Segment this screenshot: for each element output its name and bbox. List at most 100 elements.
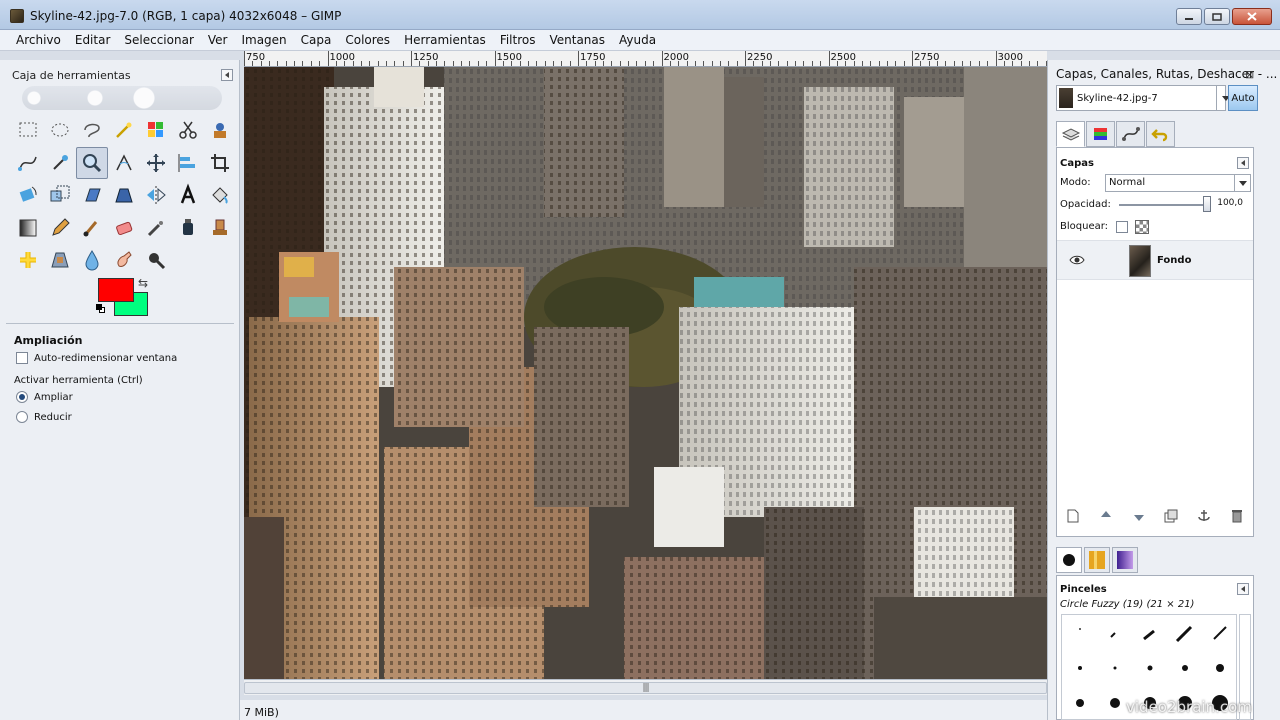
paintbrush-tool[interactable] [76,212,108,244]
layer-row[interactable]: Fondo [1057,240,1253,280]
menu-seleccionar[interactable]: Seleccionar [117,30,200,50]
foreground-color-swatch[interactable] [98,278,134,302]
close-button[interactable] [1232,8,1272,25]
brush-preview[interactable] [1132,615,1167,650]
menu-capa[interactable]: Capa [294,30,339,50]
menu-editar[interactable]: Editar [68,30,118,50]
image-canvas[interactable] [244,67,1047,679]
zoom-in-option[interactable]: Ampliar [16,391,73,403]
dodge-burn-tool[interactable] [140,244,172,276]
tab-brushes[interactable] [1056,547,1082,573]
blend-tool[interactable] [12,212,44,244]
raise-layer-icon[interactable] [1098,508,1114,524]
zoom-out-radio[interactable] [16,411,28,423]
minimize-button[interactable] [1176,8,1202,25]
brush-preview[interactable] [1097,615,1132,650]
zoom-out-option[interactable]: Reducir [16,411,72,423]
opacity-slider-handle[interactable] [1203,196,1211,212]
smudge-tool[interactable] [108,244,140,276]
tool-options-menu-button[interactable] [221,69,233,81]
image-selector[interactable]: Skyline-42.jpg-7 [1056,85,1230,111]
by-color-select-tool[interactable] [140,114,172,146]
paths-tool[interactable] [12,147,44,179]
menu-herramientas[interactable]: Herramientas [397,30,493,50]
text-tool[interactable] [172,179,204,211]
menu-ventanas[interactable]: Ventanas [542,30,612,50]
flip-tool[interactable] [140,179,172,211]
horizontal-ruler[interactable]: 750 1000 1250 1500 1750 2000 2250 2500 2750 3000 [244,51,1047,67]
menu-ayuda[interactable]: Ayuda [612,30,663,50]
brush-preview[interactable] [1202,615,1237,650]
auto-resize-option[interactable]: Auto-redimensionar ventana [16,352,177,364]
opacity-value[interactable]: 100,0 [1215,198,1243,212]
tab-layers[interactable] [1056,121,1085,147]
rect-select-tool[interactable] [12,114,44,146]
clone-tool[interactable] [204,212,236,244]
zoom-tool[interactable] [76,146,108,179]
new-layer-icon[interactable] [1065,508,1081,524]
zoom-in-radio[interactable] [16,391,28,403]
perspective-clone-tool[interactable] [44,244,76,276]
color-picker-tool[interactable] [44,147,76,179]
rotate-tool[interactable] [12,179,44,211]
brush-preview[interactable] [1097,650,1132,685]
tab-patterns[interactable] [1084,547,1110,573]
brush-preview[interactable] [1202,650,1237,685]
brush-preview[interactable] [1167,650,1202,685]
lower-layer-icon[interactable] [1131,508,1147,524]
anchor-layer-icon[interactable] [1196,508,1212,524]
opacity-slider-track[interactable] [1119,204,1205,206]
menu-archivo[interactable]: Archivo [9,30,68,50]
mode-select[interactable]: Normal [1105,174,1251,192]
layers-menu-button[interactable] [1237,157,1249,169]
ink-tool[interactable] [172,212,204,244]
duplicate-layer-icon[interactable] [1163,508,1179,524]
dropdown-arrow-icon[interactable] [1234,175,1250,191]
eraser-tool[interactable] [108,212,140,244]
menu-ver[interactable]: Ver [201,30,235,50]
fuzzy-select-tool[interactable] [108,114,140,146]
perspective-tool[interactable] [108,179,140,211]
menu-colores[interactable]: Colores [338,30,397,50]
scissors-select-tool[interactable] [172,114,204,146]
scale-tool[interactable] [44,179,76,211]
auto-button[interactable]: Auto [1228,85,1258,111]
pencil-tool[interactable] [44,212,76,244]
maximize-button[interactable] [1204,8,1230,25]
brush-preview[interactable] [1062,650,1097,685]
menu-filtros[interactable]: Filtros [493,30,543,50]
tab-paths[interactable] [1116,121,1145,147]
tab-channels[interactable] [1086,121,1115,147]
swap-colors-icon[interactable]: ⇆ [138,276,148,290]
dock-menu-button[interactable]: ⊠ [1245,68,1254,81]
ellipse-select-tool[interactable] [44,114,76,146]
crop-tool[interactable] [204,147,236,179]
lock-pixels-checkbox[interactable] [1116,221,1128,233]
menu-imagen[interactable]: Imagen [234,30,293,50]
tab-undo[interactable] [1146,121,1175,147]
delete-layer-icon[interactable] [1229,508,1245,524]
auto-resize-checkbox[interactable] [16,352,28,364]
layer-name[interactable]: Fondo [1157,255,1191,266]
lasso-tool[interactable] [76,114,108,146]
scrollbar-thumb[interactable]: ||| [244,682,1047,694]
align-tool[interactable] [172,147,204,179]
move-tool[interactable] [140,147,172,179]
bucket-fill-tool[interactable] [204,179,236,211]
airbrush-tool[interactable] [140,212,172,244]
blur-tool[interactable] [76,244,108,276]
brush-preview[interactable] [1167,615,1202,650]
measure-tool[interactable] [108,147,140,179]
brush-preview[interactable] [1062,685,1097,720]
heal-tool[interactable] [12,244,44,276]
horizontal-scrollbar[interactable]: ||| [244,679,1047,695]
foreground-select-tool[interactable] [204,114,236,146]
brushes-menu-button[interactable] [1237,583,1249,595]
brush-preview[interactable] [1062,615,1097,650]
brush-preview[interactable] [1132,650,1167,685]
eye-icon[interactable] [1069,253,1085,267]
tab-gradients[interactable] [1112,547,1138,573]
shear-tool[interactable] [76,179,108,211]
lock-alpha-icon[interactable] [1135,220,1149,234]
reset-colors-icon[interactable] [96,304,106,314]
